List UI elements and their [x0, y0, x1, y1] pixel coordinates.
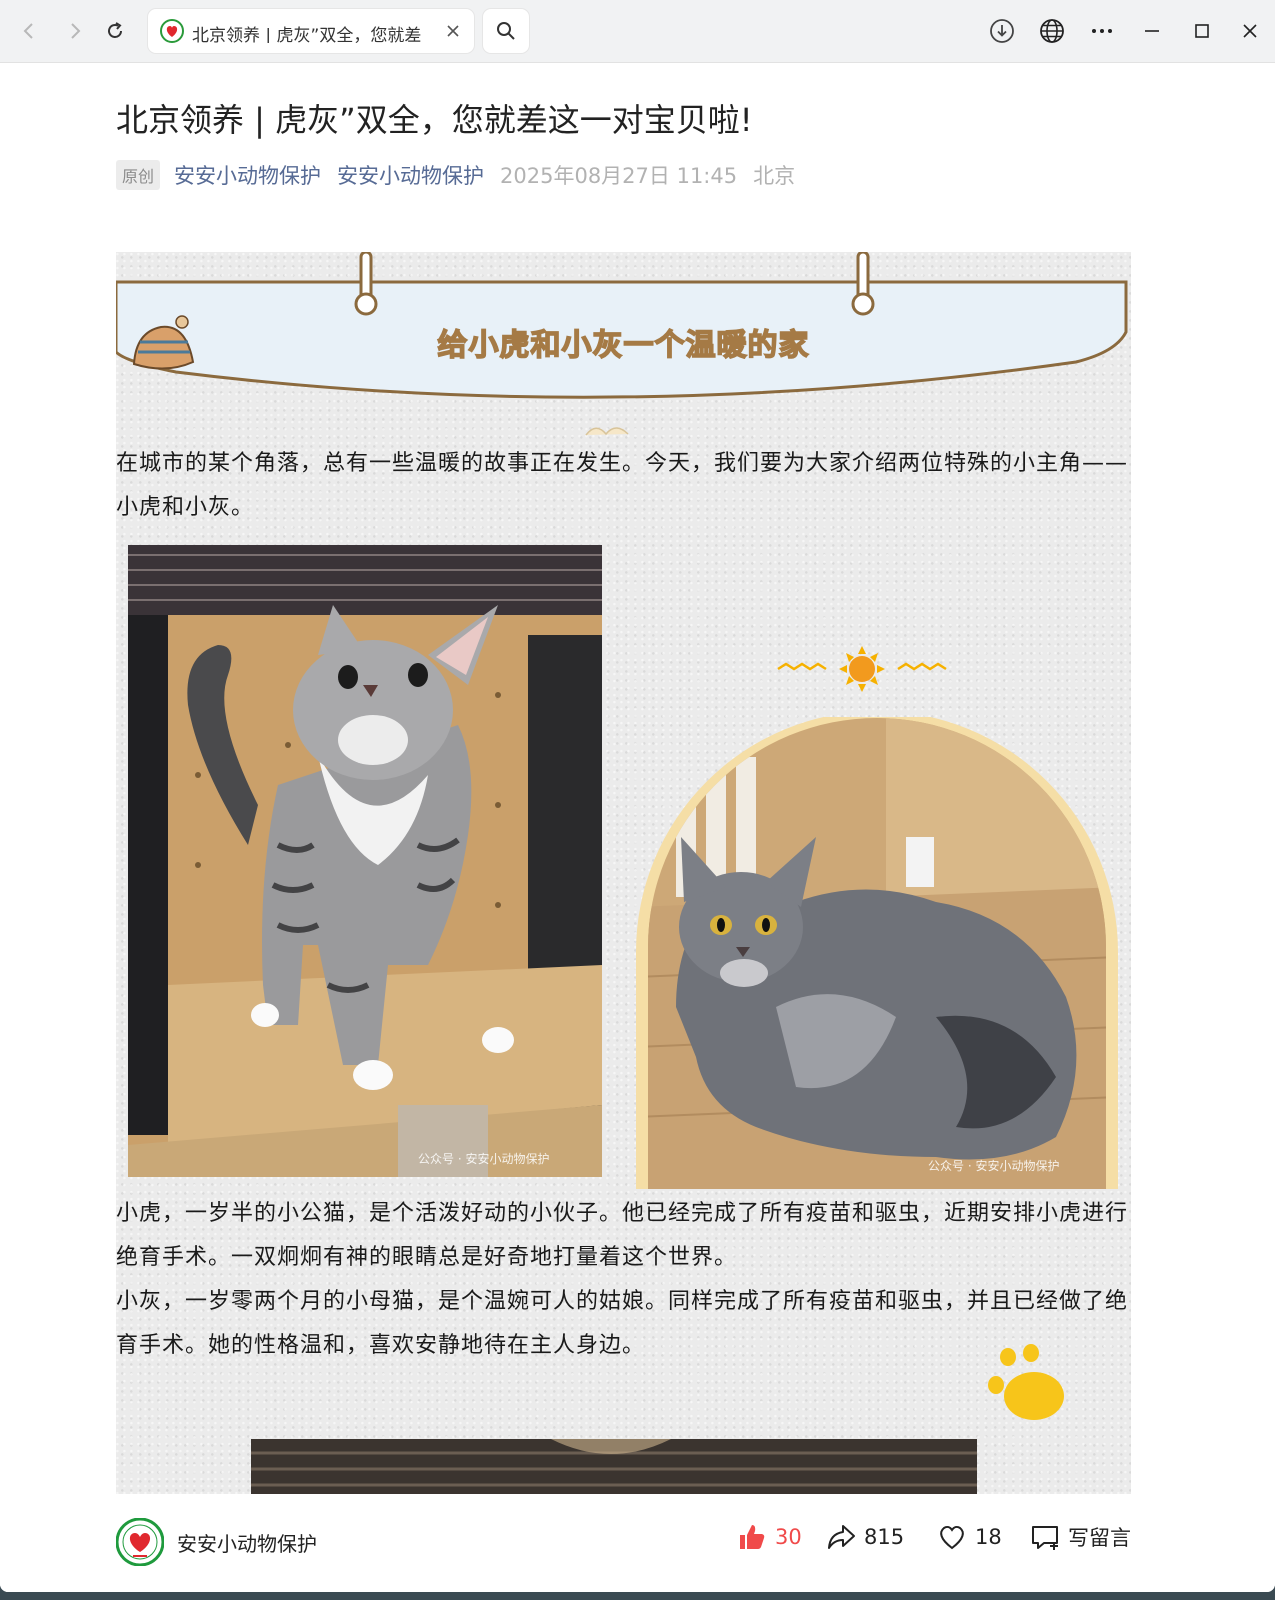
next-photo-preview: [251, 1439, 977, 1494]
bottom-action-bar: 安安小动物保护 30 815 18 写留言: [0, 1494, 1275, 1592]
like-count: 30: [775, 1525, 802, 1549]
browser-tab[interactable]: 北京领养 | 虎灰”双全，您就差: [148, 9, 474, 53]
download-icon[interactable]: [988, 17, 1016, 45]
thumbs-up-icon: [740, 1525, 765, 1549]
grey-cat-photo: 公众号 · 安安小动物保护: [636, 711, 1118, 1189]
heart-icon: [940, 1525, 964, 1550]
browser-window: 北京领养 | 虎灰”双全，您就差 北京领养 | 虎灰”双全，您就差这一对宝贝啦!: [0, 0, 1275, 1592]
original-badge: 原创: [116, 160, 161, 190]
paw-icon: [984, 1344, 1068, 1424]
favorite-count: 18: [975, 1525, 1002, 1549]
article-content: 给小虎和小灰一个温暖的家 在城市的某个角落，总有一些温暖的故事正在发生。今天，我…: [116, 252, 1131, 1494]
share-button[interactable]: 815: [826, 1522, 904, 1552]
watermark: 公众号 · 安安小动物保护: [928, 1159, 1060, 1173]
search-icon[interactable]: [483, 9, 529, 53]
sun-icon: [776, 644, 951, 694]
account-logo[interactable]: [115, 1517, 165, 1567]
article-title: 北京领养 | 虎灰”双全，您就差这一对宝贝啦!: [116, 101, 753, 139]
account-name[interactable]: 安安小动物保护: [177, 1528, 317, 1557]
like-button[interactable]: 30: [737, 1522, 802, 1552]
title-banner: 给小虎和小灰一个温暖的家: [116, 252, 1131, 442]
tabby-cat-photo: 公众号 · 安安小动物保护: [128, 545, 602, 1177]
browser-toolbar: 北京领养 | 虎灰”双全，您就差: [0, 0, 1275, 63]
author-link[interactable]: 安安小动物保护: [174, 160, 321, 190]
share-count: 815: [864, 1525, 905, 1549]
watermark: 公众号 · 安安小动物保护: [418, 1152, 550, 1166]
forward-icon[interactable]: [60, 16, 90, 46]
banner-text: 给小虎和小灰一个温暖的家: [437, 327, 810, 364]
minimize-icon[interactable]: [1138, 17, 1166, 45]
comment-button[interactable]: 写留言: [1030, 1522, 1131, 1552]
article-meta: 原创 安安小动物保护 安安小动物保护 2025年08月27日 11:45 北京: [116, 158, 811, 192]
comment-label: 写留言: [1068, 1526, 1131, 1550]
close-icon[interactable]: [442, 20, 464, 42]
account-link[interactable]: 安安小动物保护: [337, 160, 484, 190]
paragraph-tiger: 小虎，一岁半的小公猫，是个活泼好动的小伙子。他已经完成了所有疫苗和驱虫，近期安排…: [116, 1201, 1129, 1270]
reload-icon[interactable]: [100, 16, 130, 46]
comment-icon: [1032, 1526, 1058, 1550]
tab-title: 北京领养 | 虎灰”双全，您就差: [192, 26, 422, 43]
window-close-icon[interactable]: [1236, 17, 1264, 45]
publish-location: 北京: [753, 164, 796, 188]
favicon: [160, 19, 184, 43]
publish-datetime: 2025年08月27日 11:45: [500, 164, 738, 188]
maximize-icon[interactable]: [1188, 17, 1216, 45]
more-icon[interactable]: [1088, 17, 1116, 45]
paragraph-grey: 小灰，一岁零两个月的小母猫，是个温婉可人的姑娘。同样完成了所有疫苗和驱虫，并且已…: [116, 1289, 1129, 1358]
favorite-button[interactable]: 18: [937, 1522, 1002, 1552]
share-icon: [828, 1525, 855, 1549]
intro-paragraph: 在城市的某个角落，总有一些温暖的故事正在发生。今天，我们要为大家介绍两位特殊的小…: [116, 451, 1129, 520]
back-icon[interactable]: [14, 16, 44, 46]
globe-icon[interactable]: [1038, 17, 1066, 45]
